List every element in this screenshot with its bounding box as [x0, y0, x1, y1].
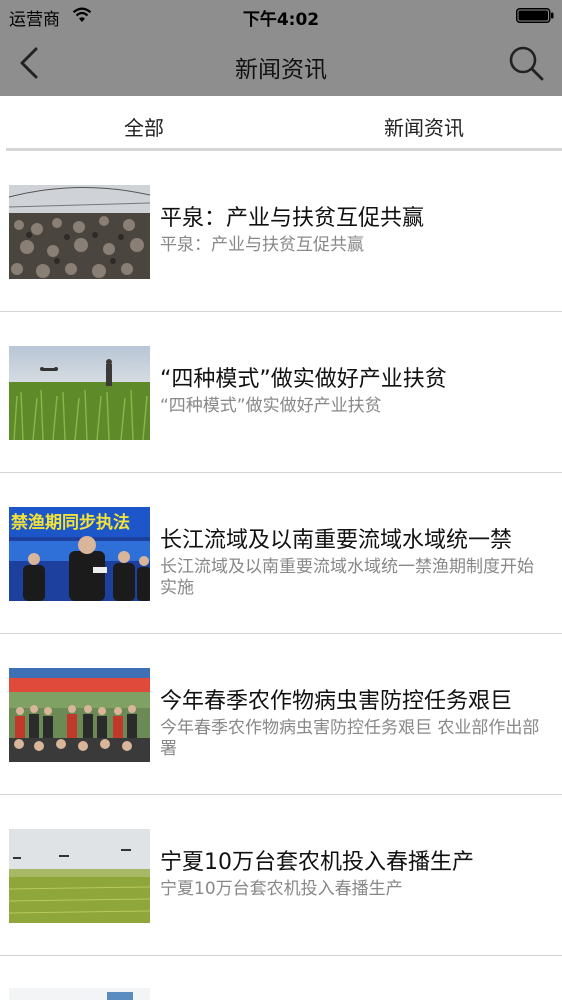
clock: 下午4:02 [242, 10, 320, 30]
news-title: 平泉：产业与扶贫互促共赢 [160, 206, 425, 231]
news-title: 长江流域及以南重要流域水域统一禁 [160, 528, 513, 553]
thumbnail-banner-text: 禁渔期同步执法 [11, 512, 130, 533]
tab-news[interactable]: 新闻资讯 [384, 112, 464, 141]
news-summary: “四种模式”做实做好产业扶贫 [160, 396, 382, 416]
news-summary: 长江流域及以南重要流域水域统一禁渔期制度开始实施 [160, 557, 534, 598]
news-item[interactable]: “四种模式”做实做好产业扶贫 “四种模式”做实做好产业扶贫 [0, 312, 562, 473]
nav-bar: 新闻资讯 [0, 32, 562, 96]
news-thumbnail [9, 988, 150, 1000]
news-item-partial[interactable] [0, 966, 562, 1000]
news-summary: 平泉：产业与扶贫互促共赢 [160, 235, 364, 255]
news-thumbnail [9, 346, 150, 440]
news-title: 宁夏10万台套农机投入春播生产 [160, 850, 474, 875]
tab-all[interactable]: 全部 [124, 112, 164, 141]
news-title: “四种模式”做实做好产业扶贫 [160, 367, 447, 392]
page-title: 新闻资讯 [235, 57, 327, 83]
news-summary: 今年春季农作物病虫害防控任务艰巨 农业部作出部署 [160, 718, 540, 759]
status-bar: 运营商 下午4:02 [0, 0, 562, 32]
tab-bar: 全部 新闻资讯 [0, 96, 562, 150]
news-thumbnail: 禁渔期同步执法 [9, 507, 150, 601]
news-item[interactable]: 宁夏10万台套农机投入春播生产 宁夏10万台套农机投入春播生产 [0, 795, 562, 956]
news-item[interactable]: 禁渔期同步执法 长江流域及以南重要流域水域统一禁 长江流域及以南重要流域水域统一… [0, 473, 562, 634]
news-item[interactable]: 今年春季农作物病虫害防控任务艰巨 今年春季农作物病虫害防控任务艰巨 农业部作出部… [0, 634, 562, 795]
news-list: 平泉：产业与扶贫互促共赢 平泉：产业与扶贫互促共赢 “四种模式”做实做好产业扶贫… [0, 151, 562, 956]
news-thumbnail [9, 829, 150, 923]
battery-icon [516, 8, 554, 23]
news-title: 今年春季农作物病虫害防控任务艰巨 [160, 689, 513, 714]
search-icon[interactable] [506, 44, 546, 84]
news-thumbnail [9, 668, 150, 762]
news-summary: 宁夏10万台套农机投入春播生产 [160, 879, 403, 899]
news-thumbnail [9, 185, 150, 279]
news-item[interactable]: 平泉：产业与扶贫互促共赢 平泉：产业与扶贫互促共赢 [0, 151, 562, 312]
